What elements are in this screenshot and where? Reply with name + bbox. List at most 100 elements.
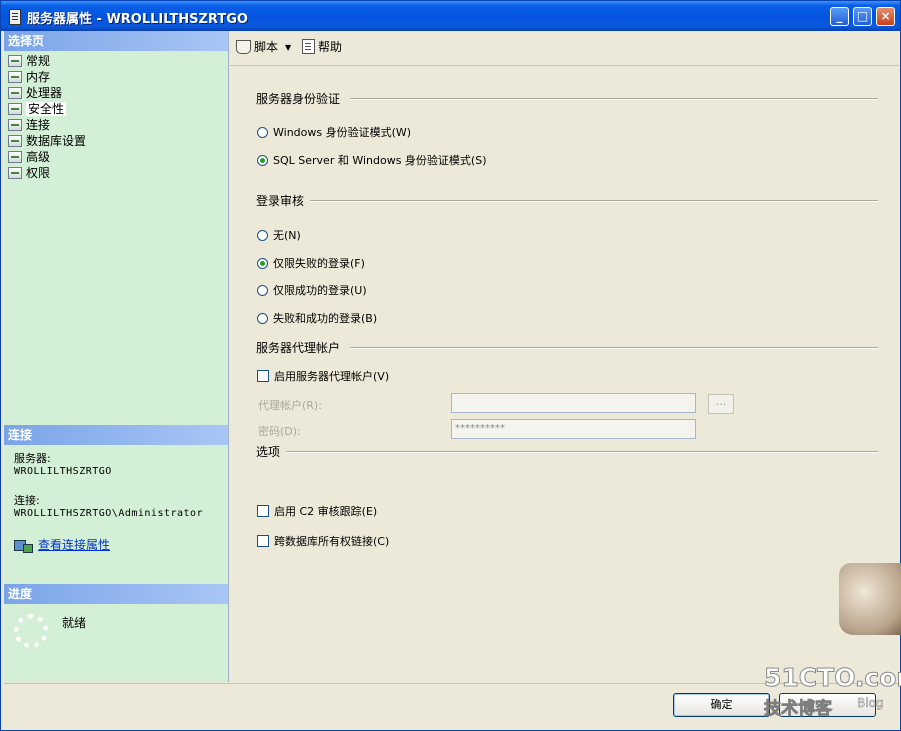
help-label: 帮助	[318, 40, 343, 54]
view-connection-properties-link[interactable]: 查看连接属性	[14, 536, 110, 553]
select-page-header: 选择页	[4, 31, 228, 51]
connection-label: 连接:	[14, 494, 40, 507]
watermark: 51CTO.com 技术博客 Blog	[763, 663, 901, 720]
proxy-account-label: 代理帐户(R):	[258, 399, 322, 412]
progress-area: 就绪	[14, 614, 86, 648]
checkbox[interactable]	[257, 535, 269, 547]
ok-button[interactable]: 确定	[673, 693, 770, 717]
page-item-memory[interactable]: 内存	[8, 69, 86, 85]
page-icon	[8, 119, 22, 131]
options-header: 选项	[256, 445, 281, 459]
page-list: 常规 内存 处理器 安全性 连接 数据库设置 高级 权限	[8, 53, 86, 181]
page-item-label: 常规	[26, 54, 51, 68]
page-item-permissions[interactable]: 权限	[8, 165, 86, 181]
watermark-blog: Blog	[857, 696, 884, 711]
group-divider	[350, 347, 878, 349]
toolbar: 脚本 ▼ 帮助	[230, 31, 899, 66]
page-item-label: 内存	[26, 70, 51, 84]
help-button[interactable]: 帮助	[302, 39, 342, 55]
script-button[interactable]: 脚本 ▼	[236, 39, 291, 56]
radio-button[interactable]	[257, 258, 268, 269]
title-bar[interactable]: 服务器属性 - WROLLILTHSZRTGO _ □ ×	[1, 1, 900, 31]
page-icon	[8, 135, 22, 147]
watermark-tagline: 技术博客	[764, 699, 833, 720]
audit-both-option[interactable]: 失败和成功的登录(B)	[257, 311, 377, 327]
radio-button[interactable]	[257, 127, 268, 138]
enable-proxy-option[interactable]: 启用服务器代理帐户(V)	[257, 369, 389, 385]
maximize-button[interactable]: □	[853, 7, 872, 26]
login-audit-header: 登录审核	[256, 194, 305, 208]
minimize-button[interactable]: _	[830, 7, 849, 26]
script-label: 脚本	[254, 40, 279, 54]
c2-audit-label: 启用 C2 审核跟踪(E)	[274, 505, 378, 518]
audit-success-label: 仅限成功的登录(U)	[273, 284, 367, 297]
page-item-connections[interactable]: 连接	[8, 117, 86, 133]
password-field[interactable]: **********	[451, 419, 696, 439]
page-item-label: 连接	[26, 118, 51, 132]
help-icon	[302, 39, 315, 54]
radio-button[interactable]	[257, 285, 268, 296]
group-divider	[286, 451, 878, 453]
connection-properties-icon	[14, 538, 33, 553]
cross-db-chaining-label: 跨数据库所有权链接(C)	[274, 535, 390, 548]
page-icon	[8, 167, 22, 179]
page-item-database-settings[interactable]: 数据库设置	[8, 133, 86, 149]
page-icon	[8, 87, 22, 99]
auth-mixed-option[interactable]: SQL Server 和 Windows 身份验证模式(S)	[257, 153, 487, 169]
page-item-label: 安全性	[26, 102, 67, 116]
security-page: 服务器身份验证 Windows 身份验证模式(W) SQL Server 和 W…	[230, 66, 899, 682]
browse-proxy-button[interactable]: ...	[708, 394, 734, 414]
audit-none-option[interactable]: 无(N)	[257, 228, 301, 244]
page-item-general[interactable]: 常规	[8, 53, 86, 69]
password-label: 密码(D):	[258, 425, 301, 438]
audit-both-label: 失败和成功的登录(B)	[273, 312, 378, 325]
watermark-graphic	[839, 563, 901, 635]
page-icon	[8, 71, 22, 83]
group-divider	[310, 200, 878, 202]
auth-windows-label: Windows 身份验证模式(W)	[273, 126, 412, 139]
cross-db-chaining-option[interactable]: 跨数据库所有权链接(C)	[257, 534, 389, 550]
radio-button[interactable]	[257, 230, 268, 241]
connection-info: 服务器: WROLLILTHSZRTGO 连接: WROLLILTHSZRTGO…	[14, 452, 203, 520]
left-pane: 选择页 常规 内存 处理器 安全性 连接 数据库设置 高级 权限 连接 服务器:…	[4, 31, 229, 682]
script-icon	[236, 40, 251, 54]
server-auth-header: 服务器身份验证	[256, 92, 341, 106]
audit-success-option[interactable]: 仅限成功的登录(U)	[257, 283, 367, 299]
auth-windows-option[interactable]: Windows 身份验证模式(W)	[257, 125, 411, 141]
page-item-advanced[interactable]: 高级	[8, 149, 86, 165]
watermark-site: 51CTO.com	[763, 663, 901, 693]
proxy-account-field[interactable]	[451, 393, 696, 413]
window-title: 服务器属性 - WROLLILTHSZRTGO	[27, 12, 248, 27]
c2-audit-option[interactable]: 启用 C2 审核跟踪(E)	[257, 504, 377, 520]
audit-failed-label: 仅限失败的登录(F)	[273, 257, 365, 270]
page-icon	[8, 151, 22, 163]
proxy-header: 服务器代理帐户	[256, 341, 341, 355]
checkbox[interactable]	[257, 370, 269, 382]
page-icon	[8, 103, 22, 115]
radio-button[interactable]	[257, 155, 268, 166]
connection-header: 连接	[4, 425, 228, 445]
audit-failed-option[interactable]: 仅限失败的登录(F)	[257, 256, 365, 272]
auth-mixed-label: SQL Server 和 Windows 身份验证模式(S)	[273, 154, 487, 167]
dropdown-arrow-icon[interactable]: ▼	[285, 40, 291, 56]
page-icon	[8, 55, 22, 67]
page-item-label: 高级	[26, 150, 51, 164]
connection-value: WROLLILTHSZRTGO\Administrator	[14, 508, 204, 519]
server-value: WROLLILTHSZRTGO	[14, 466, 112, 477]
server-label: 服务器:	[14, 452, 51, 465]
progress-header: 进度	[4, 584, 228, 604]
server-properties-window: 服务器属性 - WROLLILTHSZRTGO _ □ × 选择页 常规 内存 …	[0, 0, 901, 731]
progress-spinner-icon	[14, 614, 48, 648]
audit-none-label: 无(N)	[273, 229, 301, 242]
group-divider	[350, 98, 878, 100]
checkbox[interactable]	[257, 505, 269, 517]
page-item-label: 数据库设置	[26, 134, 87, 148]
view-connection-properties-label[interactable]: 查看连接属性	[38, 538, 110, 552]
page-item-label: 处理器	[26, 86, 63, 100]
enable-proxy-label: 启用服务器代理帐户(V)	[274, 370, 390, 383]
page-item-processors[interactable]: 处理器	[8, 85, 86, 101]
radio-button[interactable]	[257, 313, 268, 324]
window-icon	[9, 9, 21, 25]
page-item-security[interactable]: 安全性	[8, 101, 86, 117]
close-button[interactable]: ×	[876, 7, 895, 26]
